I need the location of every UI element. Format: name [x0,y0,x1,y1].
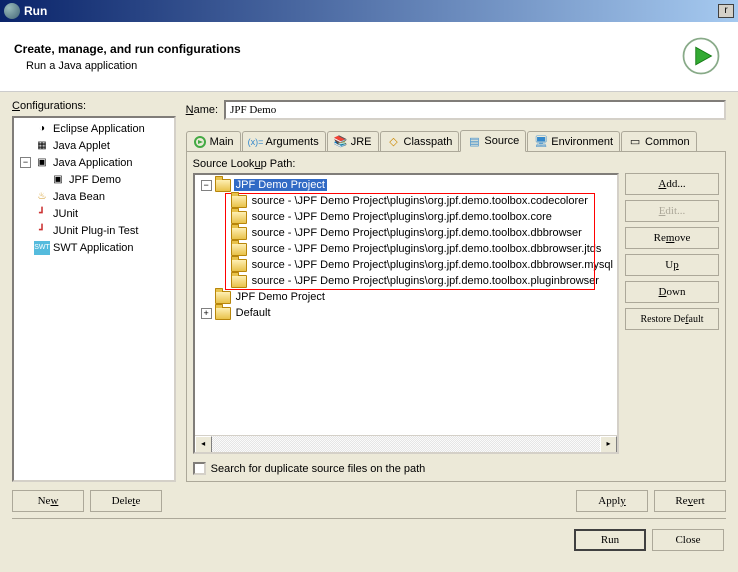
classpath-tab-icon: ◇ [387,135,401,149]
revert-button[interactable]: Revert [654,490,726,512]
lookup-item-source[interactable]: source - \JPF Demo Project\plugins\org.j… [197,257,615,273]
lookup-item-source[interactable]: source - \JPF Demo Project\plugins\org.j… [197,225,615,241]
source-tab-icon: ▤ [467,134,481,148]
name-label: Name: [186,104,218,116]
tree-item-eclipse-application[interactable]: ◑Eclipse Application [16,120,172,137]
tree-item-java-bean[interactable]: ♨Java Bean [16,188,172,205]
folder-open-icon [215,291,231,304]
java-app-icon: ▣ [34,156,50,170]
detail-panel: Name: Main (x)=Arguments 📚JRE ◇Classpath… [186,100,726,512]
tab-bar: Main (x)=Arguments 📚JRE ◇Classpath ▤Sour… [186,130,726,152]
new-button[interactable]: New [12,490,84,512]
lookup-item-jpf-demo-project-expanded[interactable]: −JPF Demo Project [197,177,615,193]
remove-button[interactable]: Remove [625,227,719,249]
lookup-item-source[interactable]: source - \JPF Demo Project\plugins\org.j… [197,241,615,257]
environment-tab-icon: 🖥 [534,135,548,149]
junit-plugin-icon: ┛ [34,224,50,238]
java-app-icon: ▣ [50,173,66,187]
tree-item-jpf-demo[interactable]: ▣JPF Demo [16,171,172,188]
scroll-right-icon[interactable]: ▸ [600,436,617,453]
apply-button[interactable]: Apply [576,490,648,512]
lookup-item-source[interactable]: source - \JPF Demo Project\plugins\org.j… [197,273,615,289]
titlebar-title: Run [24,4,718,18]
tab-arguments[interactable]: (x)=Arguments [242,131,326,151]
configurations-label: Configurations: [12,100,176,112]
horizontal-scrollbar[interactable]: ◂ ▸ [195,435,617,452]
tree-item-swt-application[interactable]: SWTSWT Application [16,239,172,256]
folder-open-icon [215,307,231,320]
tab-source[interactable]: ▤Source [460,130,526,152]
bean-icon: ♨ [34,190,50,204]
delete-button[interactable]: Delete [90,490,162,512]
folder-open-icon [231,243,247,256]
scrollbar-track[interactable] [212,436,600,452]
common-tab-icon: ▭ [628,135,642,149]
lookup-item-source[interactable]: source - \JPF Demo Project\plugins\org.j… [197,193,615,209]
tree-collapse-icon[interactable]: − [20,157,31,168]
tree-item-java-applet[interactable]: ▦Java Applet [16,137,172,154]
tree-item-junit[interactable]: ┛JUnit [16,205,172,222]
junit-icon: ┛ [34,207,50,221]
close-icon[interactable]: r [718,4,734,18]
add-button[interactable]: Add... [625,173,719,195]
titlebar: Run r [0,0,738,22]
source-lookup-label: Source Lookup Path: [193,158,719,170]
tree-expand-icon[interactable]: + [201,308,212,319]
folder-open-icon [231,275,247,288]
down-button[interactable]: Down [625,281,719,303]
name-input[interactable] [224,100,726,120]
folder-open-icon [231,195,247,208]
applet-icon: ▦ [34,139,50,153]
tab-environment[interactable]: 🖥Environment [527,131,620,151]
run-button[interactable]: Run [574,529,646,551]
up-button[interactable]: Up [625,254,719,276]
tree-collapse-icon[interactable]: − [201,180,212,191]
restore-default-button[interactable]: Restore Default [625,308,719,330]
source-tab-panel: Source Lookup Path: −JPF Demo Project so… [186,152,726,482]
close-button[interactable]: Close [652,529,724,551]
tree-item-java-application[interactable]: −▣Java Application [16,154,172,171]
search-duplicate-checkbox[interactable] [193,462,206,475]
configurations-panel: Configurations: ◑Eclipse Application ▦Ja… [12,100,176,512]
configurations-tree[interactable]: ◑Eclipse Application ▦Java Applet −▣Java… [12,116,176,482]
jre-tab-icon: 📚 [334,135,348,149]
arguments-tab-icon: (x)= [249,135,263,149]
search-duplicate-label: Search for duplicate source files on the… [211,463,426,475]
app-icon [4,3,20,19]
main-tab-icon [193,135,207,149]
swt-icon: SWT [34,241,50,255]
header-subtitle: Run a Java application [14,60,680,72]
lookup-item-jpf-demo-project[interactable]: JPF Demo Project [197,289,615,305]
tab-jre[interactable]: 📚JRE [327,131,379,151]
tree-item-junit-plugin[interactable]: ┛JUnit Plug-in Test [16,222,172,239]
folder-open-icon [231,211,247,224]
header-title: Create, manage, and run configurations [14,42,680,56]
edit-button: Edit... [625,200,719,222]
folder-open-icon [231,259,247,272]
lookup-item-source[interactable]: source - \JPF Demo Project\plugins\org.j… [197,209,615,225]
lookup-item-default[interactable]: +Default [197,305,615,321]
folder-open-icon [215,179,231,192]
dialog-header: Create, manage, and run configurations R… [0,22,738,92]
tab-main[interactable]: Main [186,131,241,151]
tab-classpath[interactable]: ◇Classpath [380,131,460,151]
eclipse-icon: ◑ [34,122,50,136]
folder-open-icon [231,227,247,240]
tab-common[interactable]: ▭Common [621,131,697,151]
source-lookup-tree[interactable]: −JPF Demo Project source - \JPF Demo Pro… [193,173,619,454]
run-icon [680,35,724,79]
scroll-left-icon[interactable]: ◂ [195,436,212,453]
